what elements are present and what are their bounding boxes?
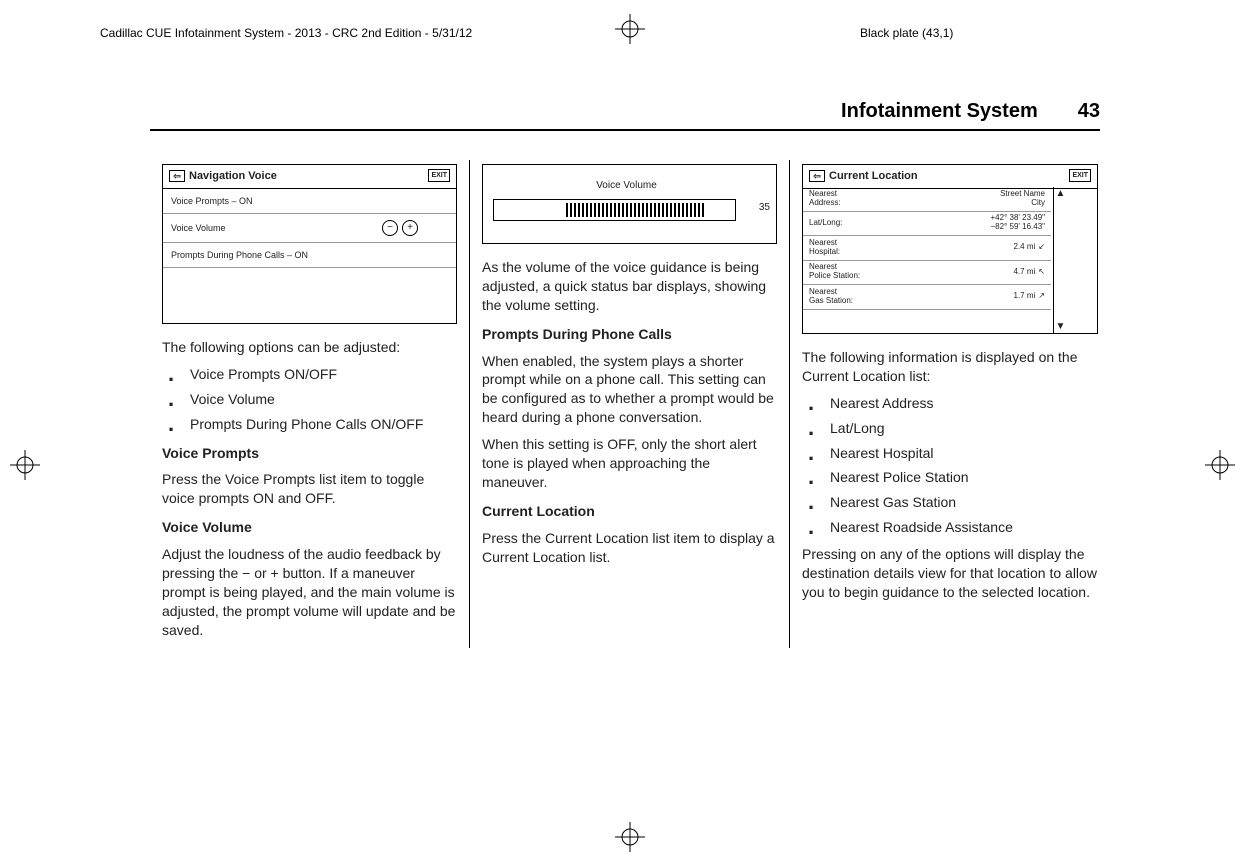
scroll-bar: ▲ ▼ [1053, 187, 1067, 333]
loc-row-address: NearestAddress: Street NameCity [803, 187, 1051, 212]
volume-plus-button: + [402, 220, 418, 236]
subheading-current-location: Current Location [482, 502, 777, 521]
content-area: ⇦ Navigation Voice EXIT Voice Prompts – … [150, 160, 1110, 648]
list-item: Prompts During Phone Calls ON/OFF [162, 415, 457, 434]
loc-row-latlong: Lat/Long: +42° 38' 23.49"−82° 59' 16.43" [803, 212, 1051, 237]
direction-icon: ↖ [1038, 267, 1045, 276]
body-text: As the volume of the voice guidance is b… [482, 258, 777, 315]
figure-title: Current Location [829, 169, 918, 184]
back-arrow-icon: ⇦ [809, 170, 825, 182]
loc-label: NearestAddress: [809, 190, 841, 208]
column-2: Voice Volume 35 As the volume of the voi… [470, 160, 790, 648]
list-item: Lat/Long [802, 419, 1098, 438]
page-header: Infotainment System 43 [150, 100, 1100, 131]
scroll-down-icon: ▼ [1054, 320, 1067, 334]
list-item: Nearest Gas Station [802, 493, 1098, 512]
list-item: Nearest Roadside Assistance [802, 518, 1098, 537]
loc-value: Street NameCity [1000, 190, 1045, 208]
crop-mark-bottom-icon [615, 822, 645, 852]
volume-bar-track [493, 199, 736, 221]
loc-label: Lat/Long: [809, 219, 842, 228]
nav-row-label: Voice Volume [171, 222, 226, 234]
figure-current-location: ⇦ Current Location EXIT NearestAddress: … [802, 164, 1098, 334]
body-text: When enabled, the system plays a shorter… [482, 352, 777, 428]
doc-header-left: Cadillac CUE Infotainment System - 2013 … [100, 26, 472, 40]
body-text: Pressing on any of the options will disp… [802, 545, 1098, 602]
crop-mark-top-icon [615, 14, 645, 44]
back-arrow-icon: ⇦ [169, 170, 185, 182]
list-item: Voice Volume [162, 390, 457, 409]
body-text: Adjust the loudness of the audio feedbac… [162, 545, 457, 639]
loc-label: NearestGas Station: [809, 288, 853, 306]
doc-header-plate: Black plate (43,1) [860, 26, 953, 40]
loc-label: NearestHospital: [809, 239, 840, 257]
subheading-voice-volume: Voice Volume [162, 518, 457, 537]
nav-row-prompts-calls: Prompts During Phone Calls – ON [163, 243, 456, 268]
crop-mark-left-icon [10, 450, 40, 480]
scroll-up-icon: ▲ [1054, 187, 1067, 201]
section-title: Infotainment System [841, 100, 1038, 123]
page-number: 43 [1078, 100, 1100, 123]
subheading-voice-prompts: Voice Prompts [162, 444, 457, 463]
loc-row-gas: NearestGas Station: 1.7 mi↗ [803, 285, 1051, 310]
crop-mark-right-icon [1205, 450, 1235, 480]
volume-bar-label: Voice Volume [493, 179, 760, 193]
body-text: Press the Current Location list item to … [482, 529, 777, 567]
loc-value: 1.7 mi↗ [1014, 292, 1046, 301]
direction-icon: ↙ [1038, 242, 1045, 251]
body-text: The following information is displayed o… [802, 348, 1098, 386]
body-text: Press the Voice Prompts list item to tog… [162, 470, 457, 508]
body-text: When this setting is OFF, only the short… [482, 435, 777, 492]
list-item: Nearest Hospital [802, 444, 1098, 463]
options-list: Voice Prompts ON/OFF Voice Volume Prompt… [162, 365, 457, 434]
nav-row-voice-volume: Voice Volume − + [163, 214, 456, 243]
column-3: ⇦ Current Location EXIT NearestAddress: … [790, 160, 1110, 648]
figure-navigation-voice: ⇦ Navigation Voice EXIT Voice Prompts – … [162, 164, 457, 324]
list-item: Nearest Police Station [802, 468, 1098, 487]
subheading-prompts-calls: Prompts During Phone Calls [482, 325, 777, 344]
body-text: The following options can be adjusted: [162, 338, 457, 357]
exit-button: EXIT [428, 169, 450, 182]
loc-row-police: NearestPolice Station: 4.7 mi↖ [803, 261, 1051, 286]
loc-value: 4.7 mi↖ [1014, 268, 1046, 277]
list-item: Nearest Address [802, 394, 1098, 413]
direction-icon: ↗ [1038, 291, 1045, 300]
location-info-list: Nearest Address Lat/Long Nearest Hospita… [802, 394, 1098, 537]
volume-bar-value: 35 [759, 201, 770, 215]
loc-value: 2.4 mi↙ [1014, 243, 1046, 252]
figure-voice-volume-bar: Voice Volume 35 [482, 164, 777, 244]
exit-button: EXIT [1069, 169, 1091, 182]
volume-minus-button: − [382, 220, 398, 236]
nav-row-voice-prompts: Voice Prompts – ON [163, 189, 456, 214]
volume-bar-fill [566, 203, 706, 217]
loc-value: +42° 38' 23.49"−82° 59' 16.43" [991, 214, 1046, 232]
column-1: ⇦ Navigation Voice EXIT Voice Prompts – … [150, 160, 470, 648]
loc-row-hospital: NearestHospital: 2.4 mi↙ [803, 236, 1051, 261]
loc-label: NearestPolice Station: [809, 263, 860, 281]
figure-title: Navigation Voice [189, 169, 277, 184]
list-item: Voice Prompts ON/OFF [162, 365, 457, 384]
